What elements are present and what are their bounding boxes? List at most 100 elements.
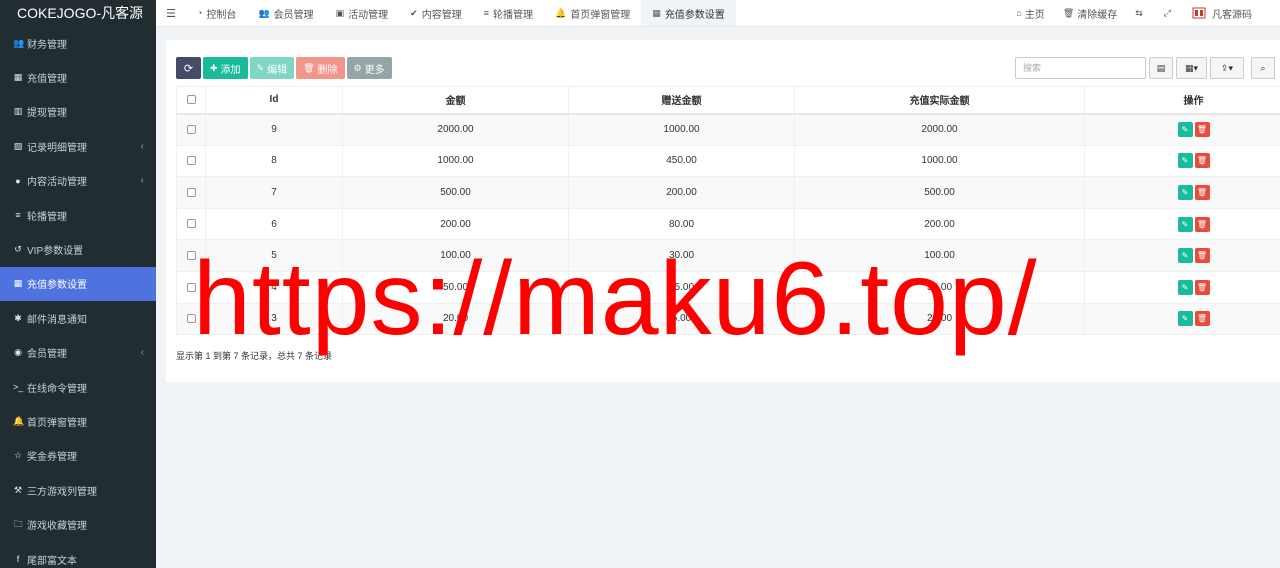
- sidebar-item[interactable]: 🗀 游戏收藏管理: [0, 507, 156, 541]
- sidebar-item[interactable]: ● 内容活动管理 ‹: [0, 164, 156, 198]
- row-edit-button[interactable]: ✎: [1177, 279, 1193, 295]
- data-table: Id 金额 赠送金额 充值实际金额 操作 9 2000.00 1000.00 2000…: [176, 86, 1280, 336]
- row-select-cell[interactable]: [176, 270, 206, 304]
- table-row[interactable]: 3 20.00 5.00 20.00 ✎ 🗑: [176, 302, 1280, 336]
- nav-tab[interactable]: ◔ 控制台: [186, 0, 247, 26]
- nav-tab[interactable]: 🔔 首页弹窗管理: [544, 0, 641, 26]
- language-button[interactable]: ⇆: [1126, 8, 1155, 19]
- sidebar-toggle-icon[interactable]: ☰: [156, 0, 186, 26]
- row-edit-button[interactable]: ✎: [1177, 153, 1193, 169]
- sidebar-item[interactable]: ▦ 充值参数设置: [0, 266, 156, 302]
- sidebar-item[interactable]: ▨ 记录明细管理 ‹: [0, 129, 156, 163]
- row-delete-button[interactable]: 🗑: [1194, 184, 1210, 200]
- row-select-cell[interactable]: [176, 144, 206, 178]
- row-delete-button[interactable]: 🗑: [1194, 216, 1210, 232]
- row-delete-button[interactable]: 🗑: [1194, 122, 1210, 138]
- sidebar-item[interactable]: ▦ 充值管理: [0, 60, 156, 94]
- sidebar-item[interactable]: ↺ VIP参数设置: [0, 232, 156, 266]
- add-button[interactable]: ✚ 添加: [203, 57, 248, 79]
- row-checkbox[interactable]: [186, 219, 196, 229]
- more-button[interactable]: ⚙ 更多: [346, 57, 392, 79]
- home-icon: ⌂: [1016, 8, 1022, 18]
- row-edit-button[interactable]: ✎: [1177, 184, 1193, 200]
- sidebar-item[interactable]: ◉ 会员管理 ‹: [0, 336, 156, 370]
- row-edit-button[interactable]: ✎: [1177, 216, 1193, 232]
- row-checkbox[interactable]: [186, 156, 196, 166]
- row-checkbox[interactable]: [186, 314, 196, 324]
- sidebar-item-label: 充值参数设置: [27, 280, 87, 292]
- brand-title[interactable]: COKEJOGO-凡客源: [0, 0, 156, 26]
- sidebar-item[interactable]: 🔔 首页弹窗管理: [0, 404, 156, 438]
- sidebar-item-label: 充值管理: [27, 74, 67, 86]
- table-row[interactable]: 5 100.00 30.00 100.00 ✎ 🗑: [176, 239, 1280, 272]
- sidebar-item[interactable]: ☆ 奖金券管理: [0, 439, 156, 473]
- table-row[interactable]: 6 200.00 80.00 200.00 ✎ 🗑: [176, 207, 1280, 241]
- chevron-left-icon[interactable]: ‹: [141, 347, 144, 358]
- nav-tab-label: 内容管理: [421, 9, 462, 21]
- cell-amount: 1000.00: [342, 144, 569, 178]
- row-checkbox[interactable]: [186, 282, 196, 292]
- delete-button[interactable]: 🗑 删除: [296, 57, 345, 79]
- row-checkbox[interactable]: [186, 251, 196, 261]
- row-select-cell[interactable]: [176, 113, 206, 146]
- nav-tab-label: 控制台: [206, 9, 237, 21]
- expand-icon: ⤢: [1163, 7, 1171, 18]
- row-delete-button[interactable]: 🗑: [1194, 279, 1210, 295]
- sidebar-item[interactable]: ▥ 提现管理: [0, 95, 156, 129]
- chevron-left-icon[interactable]: ‹: [141, 175, 144, 186]
- toggle-view-button[interactable]: ▤: [1149, 57, 1173, 79]
- column-header-actual[interactable]: 充值实际金额: [794, 86, 1085, 115]
- row-delete-button[interactable]: 🗑: [1194, 311, 1210, 327]
- sidebar-item[interactable]: 👥 财务管理: [0, 26, 156, 60]
- home-link[interactable]: ⌂ 主页: [1007, 6, 1053, 21]
- column-header-amount[interactable]: 金额: [342, 86, 569, 115]
- sidebar-item-label: 三方游戏列管理: [27, 486, 97, 498]
- clear-cache-button[interactable]: 🗑 清除缓存: [1054, 6, 1126, 21]
- row-select-cell[interactable]: [176, 239, 206, 272]
- edit-button[interactable]: ✎ 编辑: [249, 57, 295, 79]
- row-checkbox[interactable]: [186, 187, 196, 197]
- table-row[interactable]: 8 1000.00 450.00 1000.00 ✎ 🗑: [176, 144, 1280, 178]
- row-delete-button[interactable]: 🗑: [1194, 248, 1210, 264]
- row-select-cell[interactable]: [176, 207, 206, 241]
- sidebar-item[interactable]: ✱ 邮件消息通知: [0, 301, 156, 335]
- row-select-cell[interactable]: [176, 176, 206, 209]
- sidebar-item[interactable]: f 尾部富文本: [0, 542, 156, 568]
- columns-button[interactable]: ▦▾: [1176, 57, 1207, 79]
- nav-tab[interactable]: ▦ 充值参数设置: [641, 0, 736, 26]
- table-row[interactable]: 9 2000.00 1000.00 2000.00 ✎ 🗑: [176, 113, 1280, 146]
- sidebar-item[interactable]: ≡ 轮播管理: [0, 198, 156, 232]
- history-icon: ↺: [14, 244, 22, 255]
- row-checkbox[interactable]: [186, 124, 196, 134]
- advanced-search-button[interactable]: ⌕: [1251, 57, 1275, 79]
- sidebar-item[interactable]: ⚒ 三方游戏列管理: [0, 473, 156, 507]
- search-input[interactable]: [1015, 57, 1146, 79]
- export-button[interactable]: ⇪▾: [1210, 57, 1244, 79]
- row-edit-button[interactable]: ✎: [1177, 311, 1193, 327]
- user-menu[interactable]: 凡客源码: [1183, 6, 1280, 21]
- search-icon: ⌕: [1260, 62, 1266, 73]
- refresh-button[interactable]: ⟳: [176, 57, 201, 79]
- sidebar-item[interactable]: >_ 在线命令管理: [0, 370, 156, 404]
- table-row[interactable]: 7 500.00 200.00 500.00 ✎ 🗑: [176, 176, 1280, 209]
- nav-tab[interactable]: ≡ 轮播管理: [473, 0, 544, 26]
- row-edit-button[interactable]: ✎: [1177, 248, 1193, 264]
- cell-id: 3: [205, 302, 343, 336]
- column-header-bonus[interactable]: 赠送金额: [568, 86, 795, 115]
- select-all-checkbox[interactable]: [186, 95, 196, 105]
- fullscreen-button[interactable]: ⤢: [1155, 8, 1183, 19]
- grid-icon: ▦: [652, 7, 661, 18]
- nav-tab[interactable]: ✔ 内容管理: [399, 0, 473, 26]
- table-row[interactable]: 4 50.00 15.00 50.00 ✎ 🗑: [176, 270, 1280, 304]
- nav-tab[interactable]: 👥 会员管理: [247, 0, 324, 26]
- column-header-id[interactable]: Id: [205, 86, 343, 115]
- sidebar-item-label: 提现管理: [27, 108, 67, 120]
- row-delete-button[interactable]: 🗑: [1194, 153, 1210, 169]
- chevron-left-icon[interactable]: ‹: [141, 141, 144, 152]
- row-edit-button[interactable]: ✎: [1177, 122, 1193, 138]
- pencil-icon: ✎: [256, 62, 265, 73]
- nav-tab[interactable]: ▣ 活动管理: [325, 0, 400, 26]
- select-all-cell[interactable]: [176, 86, 206, 115]
- cell-amount: 20.00: [342, 302, 569, 336]
- row-select-cell[interactable]: [176, 302, 206, 336]
